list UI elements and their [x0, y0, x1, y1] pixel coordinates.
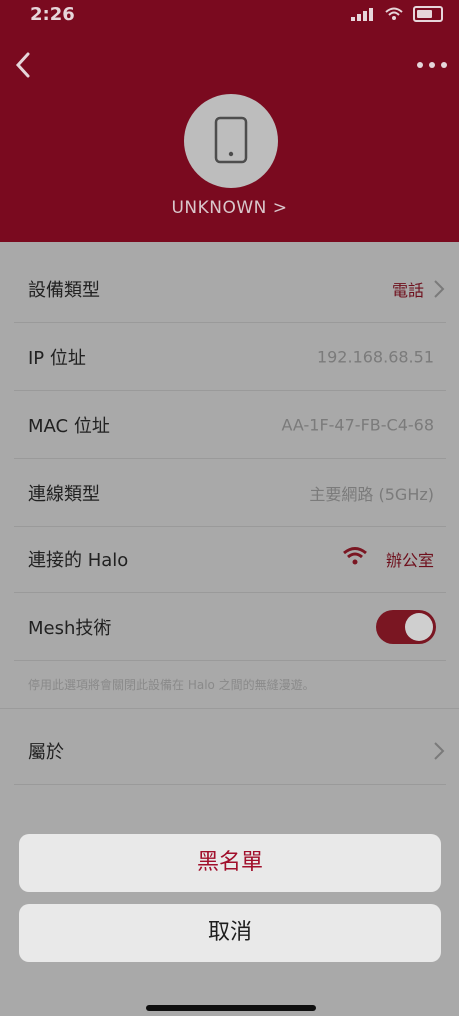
battery-icon	[413, 6, 443, 22]
mesh-note: 停用此選項將會關閉此設備在 Halo 之間的無縫漫遊。	[28, 678, 315, 692]
status-bar: 2:26	[0, 0, 459, 34]
mesh-toggle[interactable]	[376, 610, 436, 644]
row-connection-type: 連線類型 主要網路 (5GHz)	[14, 460, 446, 527]
mesh-label: Mesh技術	[28, 618, 112, 639]
wifi-icon	[385, 7, 403, 20]
row-mesh: Mesh技術	[14, 594, 446, 661]
home-indicator[interactable]	[146, 1005, 316, 1011]
wifi-icon	[343, 547, 367, 565]
status-icons	[351, 6, 443, 22]
mac-value: AA-1F-47-FB-C4-68	[281, 415, 434, 435]
phone-icon	[214, 116, 248, 164]
chevron-right-icon	[434, 742, 445, 760]
toggle-knob	[405, 613, 433, 641]
about-label: 屬於	[28, 742, 64, 763]
row-mac: MAC 位址 AA-1F-47-FB-C4-68	[14, 392, 446, 459]
device-type-value: 電話	[391, 281, 424, 300]
back-chevron-icon[interactable]	[12, 50, 36, 80]
connection-type-value: 主要網路 (5GHz)	[309, 485, 434, 504]
signal-icon	[351, 7, 375, 21]
connection-type-label: 連線類型	[28, 484, 100, 505]
ip-label: IP 位址	[28, 348, 86, 369]
ip-value: 192.168.68.51	[316, 347, 434, 367]
status-time: 2:26	[30, 4, 75, 25]
chevron-right-icon	[434, 280, 445, 298]
row-connected-halo[interactable]: 連接的 Halo 辦公室	[14, 526, 446, 593]
header: 2:26 UNKNOWN >	[0, 0, 459, 242]
cancel-button[interactable]: 取消	[19, 904, 441, 962]
device-details-list: 設備類型 電話 IP 位址 192.168.68.51 MAC 位址 AA-1F…	[0, 242, 459, 1016]
device-type-label: 設備類型	[28, 280, 100, 301]
mac-label: MAC 位址	[28, 416, 110, 437]
row-device-type[interactable]: 設備類型 電話	[14, 256, 446, 323]
device-avatar	[184, 94, 278, 188]
connected-halo-label: 連接的 Halo	[28, 550, 129, 571]
more-dots-icon[interactable]	[415, 58, 449, 72]
device-name-link[interactable]: UNKNOWN >	[0, 198, 459, 218]
blacklist-button[interactable]: 黑名單	[19, 834, 441, 892]
divider	[0, 708, 459, 709]
row-ip: IP 位址 192.168.68.51	[14, 324, 446, 391]
connected-halo-value: 辦公室	[385, 551, 434, 570]
row-about[interactable]: 屬於	[14, 718, 446, 785]
